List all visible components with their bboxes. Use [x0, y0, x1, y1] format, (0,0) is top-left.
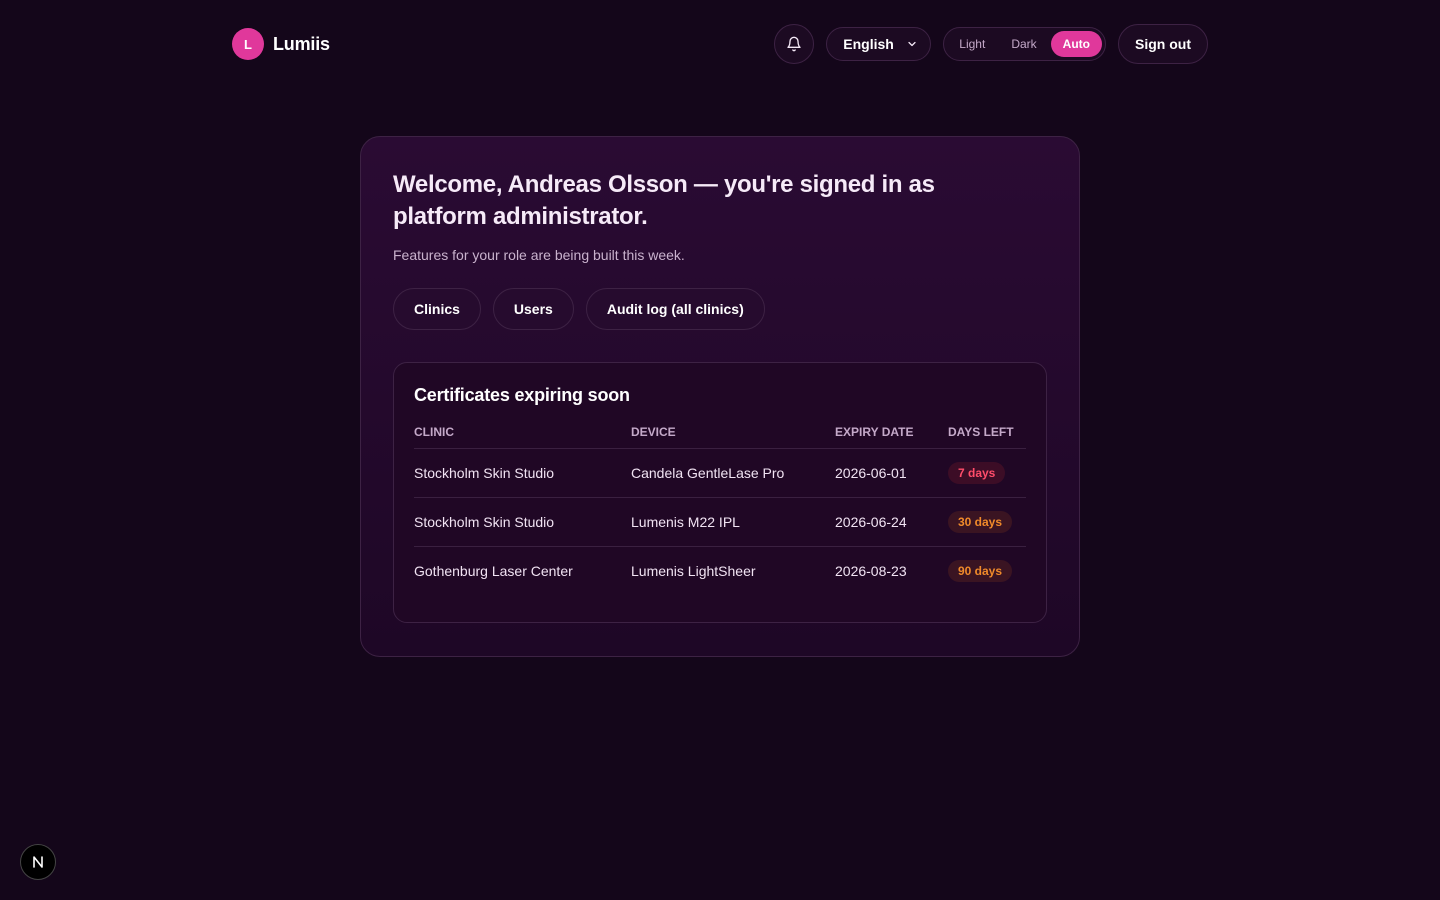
device-cell: Candela GentleLase Pro — [631, 448, 835, 498]
certificates-title: Certificates expiring soon — [414, 385, 630, 405]
next-logo-icon — [33, 856, 43, 868]
users-button[interactable]: Users — [492, 288, 574, 330]
brand[interactable]: L Lumiis — [232, 28, 330, 60]
header-actions: English Light Dark Auto Sign out — [774, 24, 1208, 64]
sign-out-button[interactable]: Sign out — [1118, 24, 1208, 64]
column-header-device: Device — [631, 425, 835, 449]
dev-tools-button[interactable] — [20, 844, 56, 880]
clinic-cell: Gothenburg Laser Center — [414, 563, 573, 580]
theme-dark-option[interactable]: Dark — [999, 31, 1048, 57]
days-left-cell: 7 days — [948, 448, 1026, 498]
welcome-card: Welcome, Andreas Olsson — you're signed … — [360, 136, 1080, 657]
language-select[interactable]: English — [826, 27, 932, 61]
language-value: English — [843, 36, 894, 52]
theme-auto-option[interactable]: Auto — [1050, 31, 1102, 57]
bell-icon — [787, 36, 801, 52]
table-row: Stockholm Skin Studio Lumenis M22 IPL 20… — [414, 497, 1026, 547]
column-header-clinic: Clinic — [414, 425, 631, 449]
days-left-badge: 7 days — [948, 462, 1006, 484]
expiry-cell: 2026-08-23 — [835, 563, 907, 580]
certificates-table: Clinic Device Expiry date Days left Stoc… — [414, 425, 1026, 596]
chevron-down-icon — [908, 41, 916, 47]
brand-name: Lumiis — [273, 33, 330, 54]
clinic-cell: Stockholm Skin Studio — [414, 497, 631, 547]
days-left-cell: 90 days — [948, 547, 1026, 596]
column-header-days-left: Days left — [948, 425, 1026, 449]
device-cell: Lumenis M22 IPL — [631, 497, 835, 547]
table-row: Gothenburg Laser Center Lumenis LightShe… — [414, 547, 1026, 596]
table-header-row: Clinic Device Expiry date Days left — [414, 425, 1026, 449]
top-bar: L Lumiis English Light Dark Auto Sign ou… — [232, 24, 1208, 64]
expiry-cell: 2026-06-24 — [835, 497, 948, 547]
days-left-badge: 90 days — [948, 560, 1013, 583]
table-row: Stockholm Skin Studio Candela GentleLase… — [414, 448, 1026, 498]
clinics-button[interactable]: Clinics — [393, 288, 481, 330]
clinic-cell: Stockholm Skin Studio — [414, 448, 631, 498]
theme-light-option[interactable]: Light — [947, 31, 997, 57]
audit-log-button[interactable]: Audit log (all clinics) — [585, 288, 765, 330]
column-header-expiry-date: Expiry date — [835, 425, 948, 449]
device-cell: Lumenis LightSheer — [631, 563, 756, 580]
brand-logo: L — [232, 28, 264, 60]
notifications-button[interactable] — [774, 24, 815, 64]
days-left-cell: 30 days — [948, 497, 1026, 547]
role-navigation: Clinics Users Audit log (all clinics) — [393, 288, 1047, 330]
certificates-panel: Certificates expiring soon Clinic Device… — [393, 362, 1047, 623]
expiry-cell: 2026-06-01 — [835, 448, 948, 498]
welcome-heading: Welcome, Andreas Olsson — you're signed … — [393, 171, 935, 230]
days-left-badge: 30 days — [948, 511, 1013, 533]
welcome-subtitle: Features for your role are being built t… — [393, 247, 685, 263]
theme-switcher: Light Dark Auto — [943, 27, 1106, 61]
